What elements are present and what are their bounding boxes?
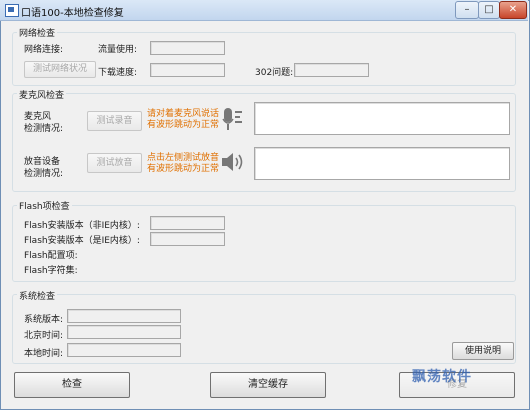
flash-charset-label: Flash字符集: xyxy=(24,266,78,276)
issue-302-label: 302问题: xyxy=(255,68,294,78)
maximize-button[interactable]: □ xyxy=(478,1,500,19)
mic-hint-line2: 有波形跳动为正常 xyxy=(147,120,220,130)
check-button[interactable]: 检查 xyxy=(14,372,130,398)
playback-hint: 点击左侧测试放音 有波形跳动为正常 xyxy=(147,153,219,175)
system-version-field xyxy=(67,309,181,323)
local-time-label: 本地时间: xyxy=(24,349,64,359)
network-connection-label: 网络连接: xyxy=(24,45,64,55)
help-button[interactable]: 使用说明 xyxy=(452,342,514,360)
download-speed-field xyxy=(150,63,225,77)
mic-waveform-box xyxy=(254,102,510,135)
speaker-icon xyxy=(220,150,246,174)
issue-302-field xyxy=(294,63,369,77)
microphone-icon xyxy=(221,106,247,134)
test-playback-button[interactable]: 测试放音 xyxy=(87,153,142,173)
playback-hint-line2: 有波形跳动为正常 xyxy=(147,164,220,174)
clear-cache-button[interactable]: 清空缓存 xyxy=(210,372,326,398)
playback-hint-line1: 点击左侧测试放音 xyxy=(147,153,220,163)
flash-config-label: Flash配置项: xyxy=(24,251,78,261)
flash-group-title: Flash项检查 xyxy=(17,199,72,212)
local-time-field xyxy=(67,343,181,357)
playback-waveform-box xyxy=(254,147,510,180)
system-group-title: 系统检查 xyxy=(17,289,58,302)
app-icon xyxy=(5,4,19,17)
traffic-usage-field xyxy=(150,41,225,55)
playback-status-label-line2: 检测情况: xyxy=(24,169,64,179)
playback-status-label: 放音设备 检测情况: xyxy=(24,156,63,180)
test-network-button[interactable]: 测试网络状况 xyxy=(24,61,96,78)
mic-group-title: 麦克风检查 xyxy=(17,88,67,101)
download-speed-label: 下载速度: xyxy=(98,68,138,78)
window-title: 口语100-本地检查修复 xyxy=(21,8,124,19)
mic-hint-line1: 请对着麦克风说话 xyxy=(147,109,220,119)
mic-hint: 请对着麦克风说话 有波形跳动为正常 xyxy=(147,109,219,131)
beijing-time-label: 北京时间: xyxy=(24,331,64,341)
close-icon: ✕ xyxy=(508,4,518,15)
test-recording-button[interactable]: 测试录音 xyxy=(87,111,142,131)
flash-non-ie-field xyxy=(150,216,225,230)
maximize-icon: □ xyxy=(484,4,494,15)
beijing-time-field xyxy=(67,325,181,339)
close-button[interactable]: ✕ xyxy=(499,1,527,19)
mic-status-label-line2: 检测情况: xyxy=(24,124,64,134)
watermark: 飘荡软件 xyxy=(412,369,472,385)
system-version-label: 系统版本: xyxy=(24,315,64,325)
playback-status-label-line1: 放音设备 xyxy=(24,157,61,167)
flash-ie-field xyxy=(150,232,225,246)
traffic-usage-label: 流量使用: xyxy=(98,45,138,55)
minimize-button[interactable]: – xyxy=(455,1,479,19)
flash-ie-label: Flash安装版本（是IE内核）: xyxy=(24,236,140,246)
flash-non-ie-label: Flash安装版本（非IE内核）: xyxy=(24,221,140,231)
mic-status-label: 麦克风 检测情况: xyxy=(24,111,63,135)
minimize-icon: – xyxy=(464,4,470,15)
mic-status-label-line1: 麦克风 xyxy=(24,112,52,122)
network-group-title: 网络检查 xyxy=(17,26,58,39)
